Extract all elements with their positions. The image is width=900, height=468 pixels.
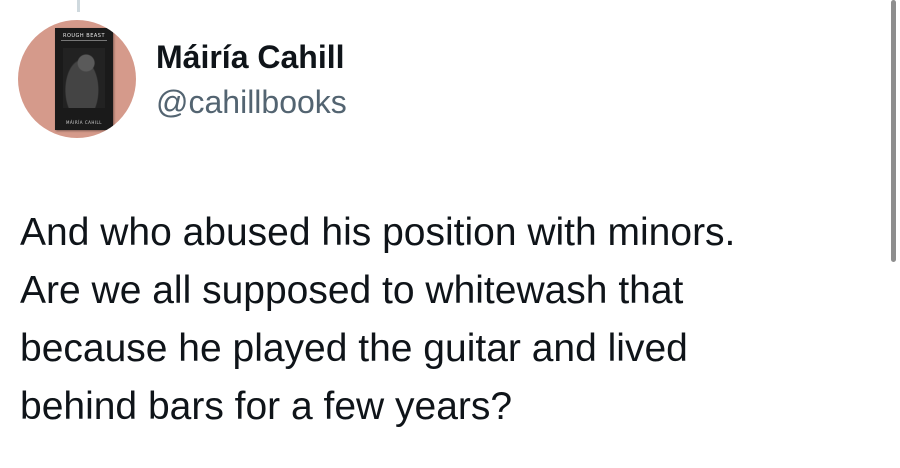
book-divider bbox=[61, 40, 107, 41]
tweet-text-line: behind bars for a few years? bbox=[20, 385, 513, 428]
tweet-text-line: because he played the guitar and lived bbox=[20, 327, 688, 370]
book-figure-image bbox=[63, 48, 105, 108]
book-cover-image: ROUGH BEAST MÁIRÍA CAHILL bbox=[55, 28, 113, 130]
tweet-text-line: Are we all supposed to whitewash that bbox=[20, 269, 684, 312]
author-display-name[interactable]: Máiría Cahill bbox=[156, 37, 345, 77]
tweet-body: And who abused his position with minors.… bbox=[20, 204, 860, 436]
book-title: ROUGH BEAST bbox=[62, 33, 106, 39]
tweet-text-line: And who abused his position with minors. bbox=[20, 211, 736, 254]
tweet-card: ROUGH BEAST MÁIRÍA CAHILL Máiría Cahill … bbox=[0, 0, 900, 468]
thread-connector-line bbox=[77, 0, 80, 12]
book-author: MÁIRÍA CAHILL bbox=[65, 120, 102, 125]
author-handle[interactable]: @cahillbooks bbox=[156, 82, 347, 122]
avatar[interactable]: ROUGH BEAST MÁIRÍA CAHILL bbox=[18, 20, 136, 138]
scrollbar[interactable] bbox=[891, 0, 896, 262]
